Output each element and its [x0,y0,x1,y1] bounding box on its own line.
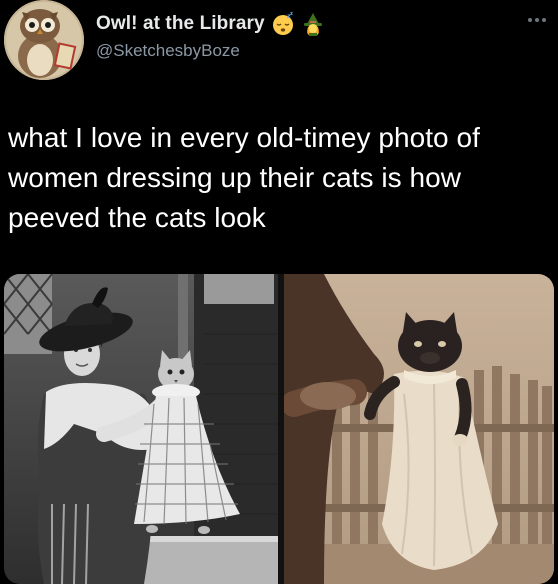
tweet-card: Owl! at the Library z z @SketchesbyBoze … [0,0,558,584]
witch-emoji-icon [301,12,325,36]
media-grid [4,274,554,584]
svg-text:z: z [290,12,293,17]
author-info: Owl! at the Library z z @SketchesbyBoze [96,11,325,61]
more-options-button[interactable] [522,10,552,30]
avatar[interactable] [4,0,84,80]
more-dot-icon [528,18,532,22]
display-name[interactable]: Owl! at the Library [96,13,265,35]
more-dot-icon [535,18,539,22]
tweet-text: what I love in every old-timey photo of … [8,122,480,233]
user-handle[interactable]: @SketchesbyBoze [96,41,325,61]
cat-in-apron-photo[interactable] [284,274,554,584]
woman-with-dressed-cat-photo[interactable] [4,274,278,584]
display-name-row: Owl! at the Library z z [96,11,325,36]
more-dot-icon [542,18,546,22]
sleeping-face-emoji-icon: z z [271,11,295,36]
